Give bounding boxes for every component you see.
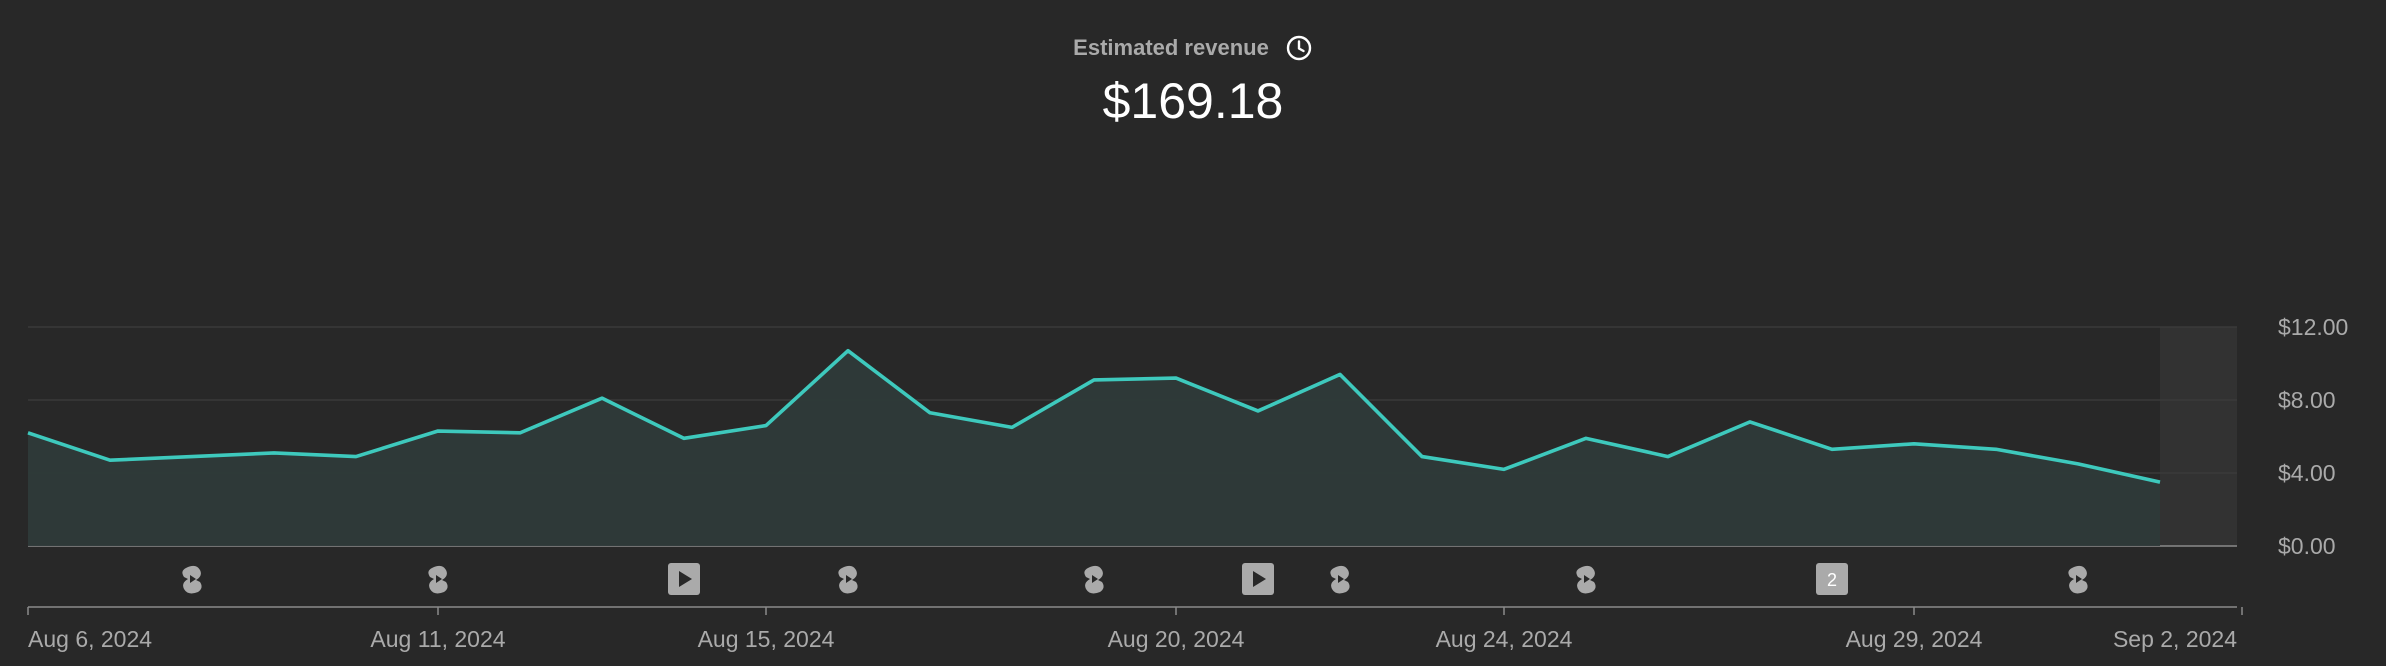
data-point[interactable] — [23, 428, 33, 438]
data-point[interactable] — [1253, 406, 1263, 416]
badge-count: 2 — [1827, 570, 1837, 590]
data-point[interactable] — [1007, 422, 1017, 432]
count-badge-icon[interactable]: 2 — [1816, 563, 1848, 595]
y-tick-label: $12.00 — [2278, 314, 2348, 340]
shorts-icon[interactable] — [1330, 565, 1350, 594]
data-point[interactable] — [2073, 459, 2083, 469]
revenue-chart[interactable]: $0.00 $4.00 $8.00 $12.00 2 Aug 6, 2024 Aug 11,… — [0, 0, 2386, 666]
data-point[interactable] — [2155, 477, 2165, 487]
data-point[interactable] — [187, 452, 197, 462]
shorts-icon[interactable] — [182, 565, 202, 594]
data-point[interactable] — [515, 428, 525, 438]
data-point[interactable] — [761, 421, 771, 431]
x-tick-label: Aug 15, 2024 — [698, 626, 835, 652]
shorts-icon[interactable] — [428, 565, 448, 594]
data-point[interactable] — [1417, 452, 1427, 462]
x-tick-label: Aug 20, 2024 — [1108, 626, 1245, 652]
video-play-icon[interactable] — [668, 563, 700, 595]
data-point[interactable] — [597, 393, 607, 403]
x-tick-label: Aug 11, 2024 — [370, 626, 505, 652]
y-tick-label: $8.00 — [2278, 387, 2336, 413]
data-point[interactable] — [1499, 464, 1509, 474]
x-tick-label: Aug 29, 2024 — [1846, 626, 1983, 652]
data-point[interactable] — [1089, 375, 1099, 385]
x-tick-label: Sep 2, 2024 — [2113, 626, 2237, 652]
partial-period-shade — [2160, 327, 2237, 546]
shorts-icon[interactable] — [838, 565, 858, 594]
y-tick-label: $4.00 — [2278, 460, 2336, 486]
data-point[interactable] — [1663, 452, 1673, 462]
data-point[interactable] — [269, 448, 279, 458]
data-point[interactable] — [843, 346, 853, 356]
shorts-icon[interactable] — [1084, 565, 1104, 594]
y-tick-label: $0.00 — [2278, 533, 2336, 559]
data-point[interactable] — [679, 433, 689, 443]
data-point[interactable] — [1171, 373, 1181, 383]
data-point[interactable] — [1335, 369, 1345, 379]
data-point[interactable] — [1991, 444, 2001, 454]
data-point[interactable] — [925, 408, 935, 418]
x-tick-label: Aug 24, 2024 — [1436, 626, 1573, 652]
shorts-icon[interactable] — [2068, 565, 2088, 594]
x-tick-label: Aug 6, 2024 — [28, 626, 152, 652]
data-point[interactable] — [1581, 433, 1591, 443]
data-point[interactable] — [433, 426, 443, 436]
data-point[interactable] — [105, 455, 115, 465]
data-point[interactable] — [1745, 417, 1755, 427]
data-point[interactable] — [351, 452, 361, 462]
data-point[interactable] — [1909, 439, 1919, 449]
data-point[interactable] — [1827, 444, 1837, 454]
video-play-icon[interactable] — [1242, 563, 1274, 595]
shorts-icon[interactable] — [1576, 565, 1596, 594]
